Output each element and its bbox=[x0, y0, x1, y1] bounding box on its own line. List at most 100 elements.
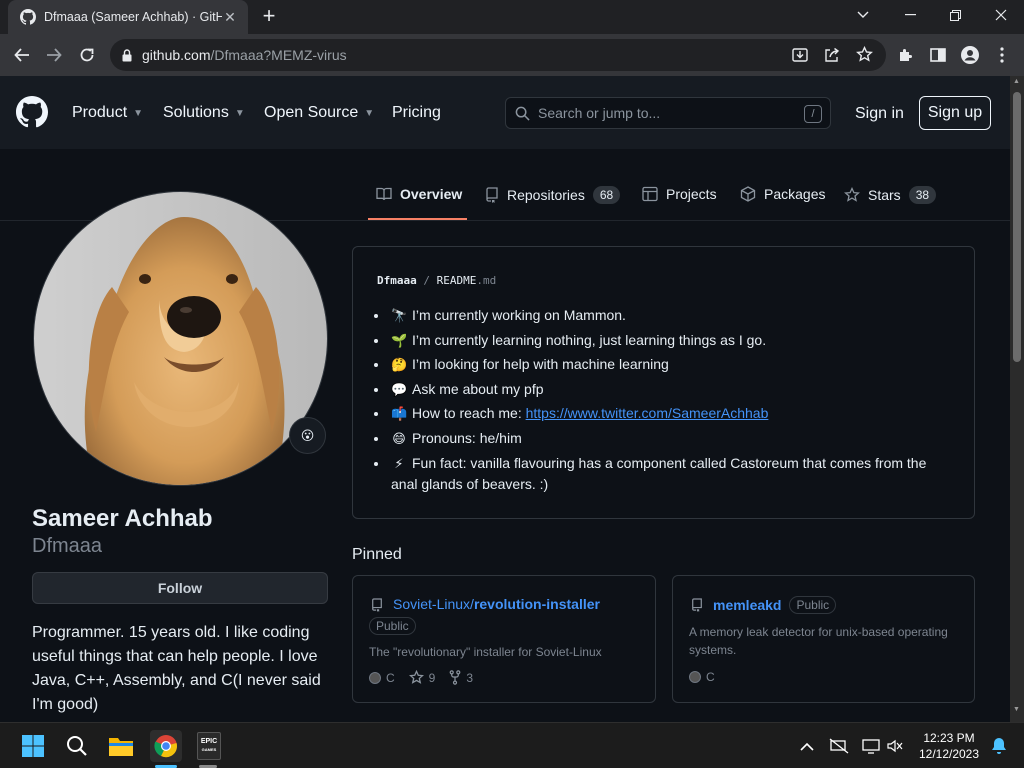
list-item: 🔭 I’m currently working on Mammon. bbox=[389, 305, 949, 326]
avatar[interactable] bbox=[33, 191, 328, 486]
book-icon bbox=[376, 186, 392, 202]
taskbar: EPIC GAMES 12:23 PM 12/12/2023 bbox=[0, 722, 1024, 768]
tab-search-chevron-icon[interactable] bbox=[851, 5, 875, 25]
close-tab-icon[interactable]: ✕ bbox=[222, 9, 238, 25]
reload-icon[interactable] bbox=[75, 43, 99, 67]
search-input[interactable]: Search or jump to... / bbox=[505, 97, 831, 129]
search-placeholder: Search or jump to... bbox=[538, 105, 661, 121]
readme-file-link[interactable]: README bbox=[437, 274, 477, 287]
active-tab-indicator bbox=[368, 218, 467, 220]
profile-username: Dfmaaa bbox=[32, 535, 103, 557]
share-icon[interactable] bbox=[824, 47, 840, 63]
chevron-up-icon[interactable] bbox=[792, 731, 822, 761]
chrome-taskbar-icon[interactable] bbox=[150, 730, 182, 762]
nav-product[interactable]: Product ▼ bbox=[72, 104, 143, 122]
repo-forks-link[interactable]: 3 bbox=[449, 670, 473, 685]
windows-start-icon[interactable] bbox=[18, 731, 48, 761]
tab-packages[interactable]: Packages bbox=[740, 186, 825, 202]
scrollbar-thumb[interactable] bbox=[1013, 92, 1021, 362]
list-item-text: I’m currently working on Mammon. bbox=[412, 307, 626, 323]
nav-open-source-label: Open Source bbox=[264, 104, 359, 121]
list-item-text: I’m currently learning nothing, just lea… bbox=[412, 331, 767, 348]
scroll-down-arrow-icon[interactable]: ▼ bbox=[1013, 706, 1020, 713]
github-favicon-icon bbox=[20, 9, 36, 25]
nav-solutions-label: Solutions bbox=[163, 104, 229, 121]
table-icon bbox=[642, 186, 658, 202]
url-host: github.com bbox=[142, 47, 211, 63]
profile-bio: Programmer. 15 years old. I like coding … bbox=[32, 624, 321, 713]
scroll-up-arrow-icon[interactable]: ▲ bbox=[1013, 78, 1020, 85]
sign-in-link[interactable]: Sign in bbox=[855, 105, 904, 123]
repo-owner: Soviet-Linux/ bbox=[393, 596, 474, 612]
minimize-icon[interactable] bbox=[898, 5, 922, 25]
restore-icon[interactable] bbox=[943, 5, 967, 25]
install-app-icon[interactable] bbox=[792, 47, 808, 63]
fork-icon bbox=[449, 670, 461, 685]
nav-product-label: Product bbox=[72, 104, 128, 121]
list-item: 📫How to reach me: https://www.twitter.co… bbox=[389, 403, 949, 424]
browser-tab[interactable]: Dfmaaa (Sameer Achhab) · GitHub ✕ bbox=[8, 0, 248, 34]
url-path: /Dfmaaa?MEMZ-virus bbox=[210, 47, 347, 63]
forks-count: 3 bbox=[466, 670, 474, 685]
side-panel-icon[interactable] bbox=[926, 43, 950, 67]
browser-toolbar: github.com/Dfmaaa?MEMZ-virus bbox=[0, 34, 1024, 76]
star-icon bbox=[408, 670, 424, 685]
lock-icon[interactable] bbox=[122, 48, 132, 62]
star-icon bbox=[844, 187, 860, 203]
follow-button[interactable]: Follow bbox=[32, 572, 328, 604]
package-icon bbox=[740, 186, 756, 202]
tab-projects[interactable]: Projects bbox=[642, 186, 717, 202]
forward-arrow-icon[interactable] bbox=[42, 43, 66, 67]
back-arrow-icon[interactable] bbox=[10, 43, 34, 67]
pinned-repo-link[interactable]: memleakd Public bbox=[713, 596, 837, 614]
browser-tab-title: Dfmaaa (Sameer Achhab) · GitHub bbox=[44, 10, 222, 24]
volume-muted-icon[interactable] bbox=[880, 731, 910, 761]
search-icon[interactable] bbox=[62, 731, 92, 761]
repo-icon bbox=[371, 597, 383, 613]
games-label: GAMES bbox=[201, 747, 217, 752]
twitter-link[interactable]: https://www.twitter.com/SameerAchhab bbox=[526, 405, 769, 421]
pinned-repo-card: Soviet-Linux/revolution-installer Public… bbox=[352, 575, 656, 703]
list-item: 🌱I’m currently learning nothing, just le… bbox=[389, 330, 949, 351]
tab-stars[interactable]: Stars 38 bbox=[844, 186, 937, 204]
sign-up-button[interactable]: Sign up bbox=[919, 96, 991, 130]
pinned-repo-link[interactable]: Soviet-Linux/revolution-installer bbox=[393, 596, 600, 612]
search-shortcut-key: / bbox=[804, 105, 822, 123]
notification-bell-icon[interactable] bbox=[984, 731, 1014, 761]
new-tab-icon[interactable]: + bbox=[258, 5, 280, 27]
tab-packages-label: Packages bbox=[764, 186, 826, 202]
list-item-text: Pronouns: he/him bbox=[412, 429, 522, 446]
clock-time: 12:23 PM bbox=[923, 731, 975, 745]
telescope-emoji-icon: 🔭 bbox=[391, 308, 408, 323]
nav-pricing[interactable]: Pricing bbox=[392, 104, 441, 122]
status-emoji-button[interactable]: 😮 bbox=[289, 417, 326, 454]
github-logo-icon[interactable] bbox=[16, 96, 48, 128]
repo-stars-link[interactable]: 9 bbox=[408, 670, 435, 685]
thinking-emoji-icon: 🤔 bbox=[391, 357, 408, 373]
taskbar-clock[interactable]: 12:23 PM 12/12/2023 bbox=[914, 730, 984, 762]
list-item: 🤔I’m looking for help with machine learn… bbox=[389, 354, 949, 375]
list-item-text: I’m looking for help with machine learni… bbox=[412, 356, 669, 373]
nav-solutions[interactable]: Solutions ▼ bbox=[163, 104, 245, 122]
tab-repositories-label: Repositories bbox=[507, 187, 585, 203]
browser-menu-icon[interactable] bbox=[990, 43, 1014, 67]
file-explorer-icon[interactable] bbox=[106, 731, 136, 761]
extensions-puzzle-icon[interactable] bbox=[894, 43, 918, 67]
page-scrollbar[interactable]: ▲ ▼ bbox=[1010, 76, 1024, 722]
tab-overview[interactable]: Overview bbox=[376, 186, 462, 202]
network-offline-icon[interactable] bbox=[824, 731, 854, 761]
profile-avatar-icon[interactable] bbox=[958, 43, 982, 67]
address-bar[interactable]: github.com/Dfmaaa?MEMZ-virus bbox=[110, 39, 886, 71]
repo-name: memleakd bbox=[713, 597, 782, 613]
tab-overview-label: Overview bbox=[400, 186, 463, 202]
public-badge: Public bbox=[369, 617, 416, 635]
mailbox-emoji-icon: 📫 bbox=[391, 406, 408, 422]
readme-list: 🔭 I’m currently working on Mammon. 🌱I’m c… bbox=[389, 305, 949, 498]
epic-games-icon[interactable]: EPIC GAMES bbox=[194, 731, 224, 761]
close-window-icon[interactable] bbox=[989, 5, 1013, 25]
tab-repositories[interactable]: Repositories 68 bbox=[485, 186, 621, 204]
readme-owner-link[interactable]: Dfmaaa bbox=[377, 274, 417, 287]
pinned-heading: Pinned bbox=[352, 546, 402, 563]
nav-open-source[interactable]: Open Source ▼ bbox=[264, 104, 374, 122]
bookmark-star-icon[interactable] bbox=[856, 46, 873, 63]
